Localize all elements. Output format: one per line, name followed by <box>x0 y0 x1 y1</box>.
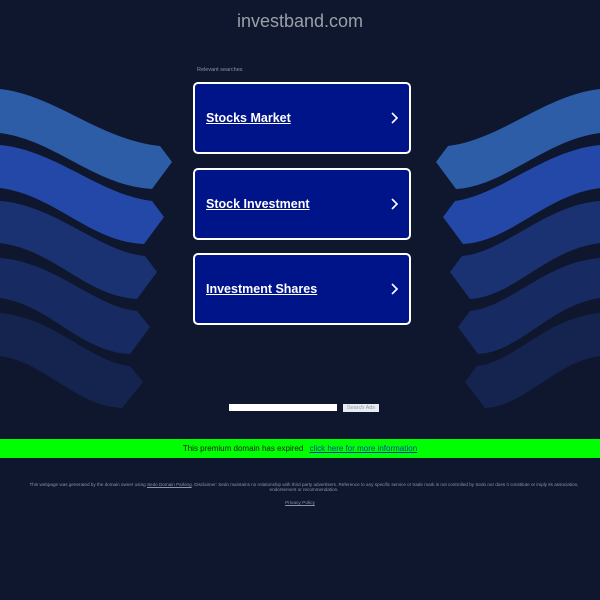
privacy-section: Privacy Policy <box>0 501 600 506</box>
search-input[interactable] <box>229 404 337 411</box>
disclaimer-prefix: This webpage was generated by the domain… <box>29 482 146 487</box>
disclaimer-text: This webpage was generated by the domain… <box>28 482 580 492</box>
relevant-searches-label: Relevant searches <box>197 67 243 73</box>
more-information-link[interactable]: click here for more information <box>310 444 418 453</box>
left-waves <box>0 89 172 408</box>
result-link-label[interactable]: Stocks Market <box>206 111 291 125</box>
disclaimer-suffix: . Disclaimer: Sedo maintains no relation… <box>191 482 579 493</box>
sedo-domain-parking-link[interactable]: Sedo Domain Parking <box>147 482 192 487</box>
banner-text: This premium domain has expired <box>182 444 304 453</box>
chevron-right-icon <box>391 198 399 210</box>
privacy-policy-link[interactable]: Privacy Policy <box>285 501 315 506</box>
search-result-investment-shares[interactable]: Investment Shares <box>193 253 411 325</box>
expired-domain-banner: This premium domain has expired click he… <box>0 439 600 458</box>
result-link-label[interactable]: Investment Shares <box>206 282 317 296</box>
search-result-stock-investment[interactable]: Stock Investment <box>193 168 411 240</box>
search-result-stocks-market[interactable]: Stocks Market <box>193 82 411 154</box>
result-link-label[interactable]: Stock Investment <box>206 197 310 211</box>
chevron-right-icon <box>391 112 399 124</box>
right-waves <box>436 89 600 408</box>
chevron-right-icon <box>391 283 399 295</box>
domain-title: investband.com <box>236 11 364 31</box>
search-ads-button[interactable]: Search Ads <box>343 404 379 412</box>
